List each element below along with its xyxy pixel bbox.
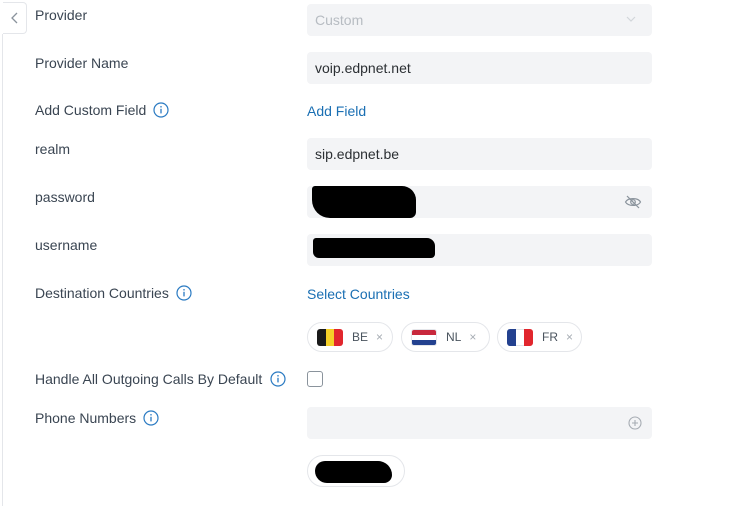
provider-name-input[interactable]: voip.edpnet.net [307,52,652,84]
netherlands-flag-icon [411,328,437,346]
provider-select-value: Custom [315,12,364,28]
close-icon[interactable]: × [469,330,476,344]
country-chip-nl[interactable]: NL × [401,322,490,352]
info-icon[interactable] [153,102,169,118]
chip-label: NL [446,330,462,344]
realm-value: sip.edpnet.be [315,146,400,162]
add-field-link[interactable]: Add Field [307,103,366,119]
realm-label: realm [35,141,71,157]
plus-circle-icon[interactable] [628,416,642,430]
select-countries-link[interactable]: Select Countries [307,286,410,302]
phone-numbers-input[interactable] [307,407,652,439]
provider-name-value: voip.edpnet.net [315,60,411,76]
info-icon[interactable] [176,285,192,301]
close-icon[interactable]: × [566,330,573,344]
provider-label: Provider [35,7,88,23]
eye-off-icon[interactable] [624,194,642,210]
belgium-flag-icon [317,328,343,346]
close-icon[interactable]: × [376,330,383,344]
custom-field-label: Add Custom Field [35,102,169,118]
outgoing-calls-checkbox[interactable] [307,371,323,387]
france-flag-icon [507,328,533,346]
panel-border [2,34,3,506]
country-chip-fr[interactable]: FR × [497,322,582,352]
info-icon[interactable] [143,410,159,426]
phone-number-redaction [315,461,392,483]
country-chip-be[interactable]: BE × [307,322,393,352]
chip-label: FR [542,330,558,344]
chip-label: BE [352,330,369,344]
back-button[interactable] [3,2,27,34]
username-redaction [313,238,435,258]
username-label: username [35,237,98,253]
chevron-down-icon [626,16,636,22]
info-icon[interactable] [270,371,286,387]
password-label: password [35,189,95,205]
phone-numbers-label: Phone Numbers [35,410,159,426]
chevron-left-icon [10,12,17,24]
destination-countries-label: Destination Countries [35,285,192,301]
password-redaction [312,186,416,218]
provider-select: Custom [307,4,652,36]
realm-input[interactable]: sip.edpnet.be [307,138,652,170]
outgoing-calls-label: Handle All Outgoing Calls By Default [35,371,286,387]
provider-name-label: Provider Name [35,55,129,71]
